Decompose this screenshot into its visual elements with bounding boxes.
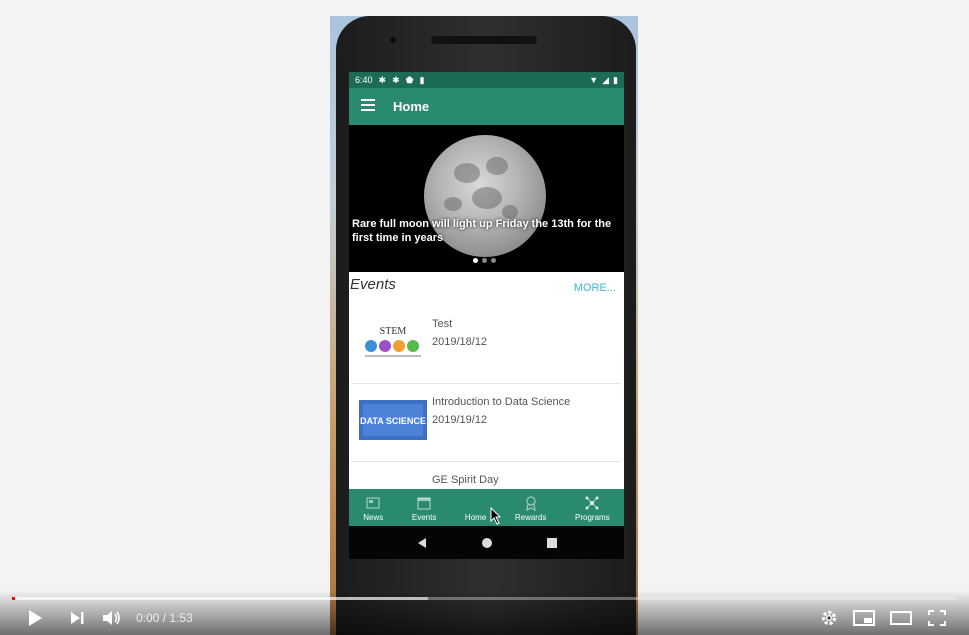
nav-home[interactable]: Home (465, 495, 486, 522)
theater-mode-button[interactable] (890, 607, 912, 629)
nav-label: Rewards (514, 513, 547, 522)
status-time: 6:40 (355, 75, 373, 85)
events-title: Events (350, 276, 396, 293)
buffered-progress (12, 597, 428, 600)
back-icon[interactable] (416, 537, 428, 549)
carousel-dot[interactable] (491, 258, 496, 263)
shield-icon: ⬟ (405, 74, 414, 85)
fullscreen-button[interactable] (926, 607, 948, 629)
award-icon (525, 496, 536, 511)
newspaper-icon (366, 497, 380, 509)
app-bar: Home (349, 88, 624, 125)
volume-icon (103, 611, 120, 625)
settings-button[interactable] (818, 607, 840, 629)
mouse-cursor-icon (490, 507, 502, 525)
news-carousel[interactable]: Rare full moon will light up Friday the … (349, 125, 624, 272)
nav-label: Events (411, 513, 437, 522)
event-date: 2019/19/12 (432, 414, 488, 426)
more-events-link[interactable]: MORE... (574, 282, 616, 294)
next-button[interactable] (66, 607, 88, 629)
phone-screen: 6:40 ✱ ✱ ⬟ ▮ ▼ ◢ ▮ Home Rare full moon w… (349, 72, 624, 559)
recents-icon[interactable] (546, 537, 558, 549)
event-name: Introduction to Data Science (432, 396, 571, 408)
miniplayer-icon (853, 610, 875, 626)
wifi-icon: ▼ (589, 75, 599, 85)
events-header: Events MORE... (349, 272, 624, 306)
battery-icon: ▮ (613, 74, 618, 85)
settings-icon: ✱ (378, 74, 387, 85)
nav-rewards[interactable]: Rewards (514, 495, 547, 522)
event-date: 2019/18/12 (432, 336, 488, 348)
nav-label: Programs (575, 513, 610, 522)
event-item[interactable]: DATA SCIENCE Introduction to Data Scienc… (351, 384, 620, 462)
time-display: 0:00 / 1:53 (136, 611, 193, 625)
nav-events[interactable]: Events (412, 495, 436, 522)
calendar-icon (417, 497, 431, 510)
home-icon (468, 495, 484, 511)
thumb-text: STEM (380, 326, 407, 337)
nav-label: Home (464, 513, 487, 522)
nav-programs[interactable]: Programs (575, 495, 610, 522)
play-icon (29, 610, 42, 626)
home-circle-icon[interactable] (481, 537, 493, 549)
play-button[interactable] (24, 607, 46, 629)
signal-icon: ◢ (602, 74, 610, 85)
miniplayer-button[interactable] (853, 607, 875, 629)
nav-label: News (363, 513, 384, 522)
event-item[interactable]: STEM Test 2019/18/12 (351, 306, 620, 384)
network-icon (585, 496, 599, 510)
thumb-text: DATA SCIENCE (360, 416, 426, 426)
status-bar: 6:40 ✱ ✱ ⬟ ▮ ▼ ◢ ▮ (349, 72, 624, 88)
menu-icon[interactable] (361, 98, 375, 116)
sd-card-icon: ▮ (419, 74, 425, 85)
data-science-thumbnail: DATA SCIENCE (359, 400, 427, 440)
event-name: GE Spirit Day (432, 474, 499, 486)
carousel-indicator (473, 258, 496, 263)
carousel-dot[interactable] (482, 258, 487, 263)
system-navigation-bar (349, 526, 624, 559)
nav-news[interactable]: News (363, 495, 383, 522)
video-progress-bar[interactable] (12, 597, 957, 600)
carousel-caption: Rare full moon will light up Friday the … (352, 218, 612, 244)
front-camera (390, 37, 396, 43)
volume-button[interactable] (101, 607, 123, 629)
earpiece-speaker (431, 36, 537, 44)
carousel-dot[interactable] (473, 258, 478, 263)
played-progress (12, 597, 15, 600)
event-name: Test (432, 318, 453, 330)
fullscreen-icon (928, 610, 946, 626)
gear-icon (821, 610, 837, 626)
bottom-navigation: News Events Home Rewards Programs (349, 489, 624, 526)
skip-next-icon (71, 612, 84, 624)
page-title: Home (393, 99, 430, 114)
settings-icon: ✱ (392, 74, 400, 85)
theater-icon (890, 611, 912, 625)
stem-thumbnail: STEM (359, 322, 427, 362)
